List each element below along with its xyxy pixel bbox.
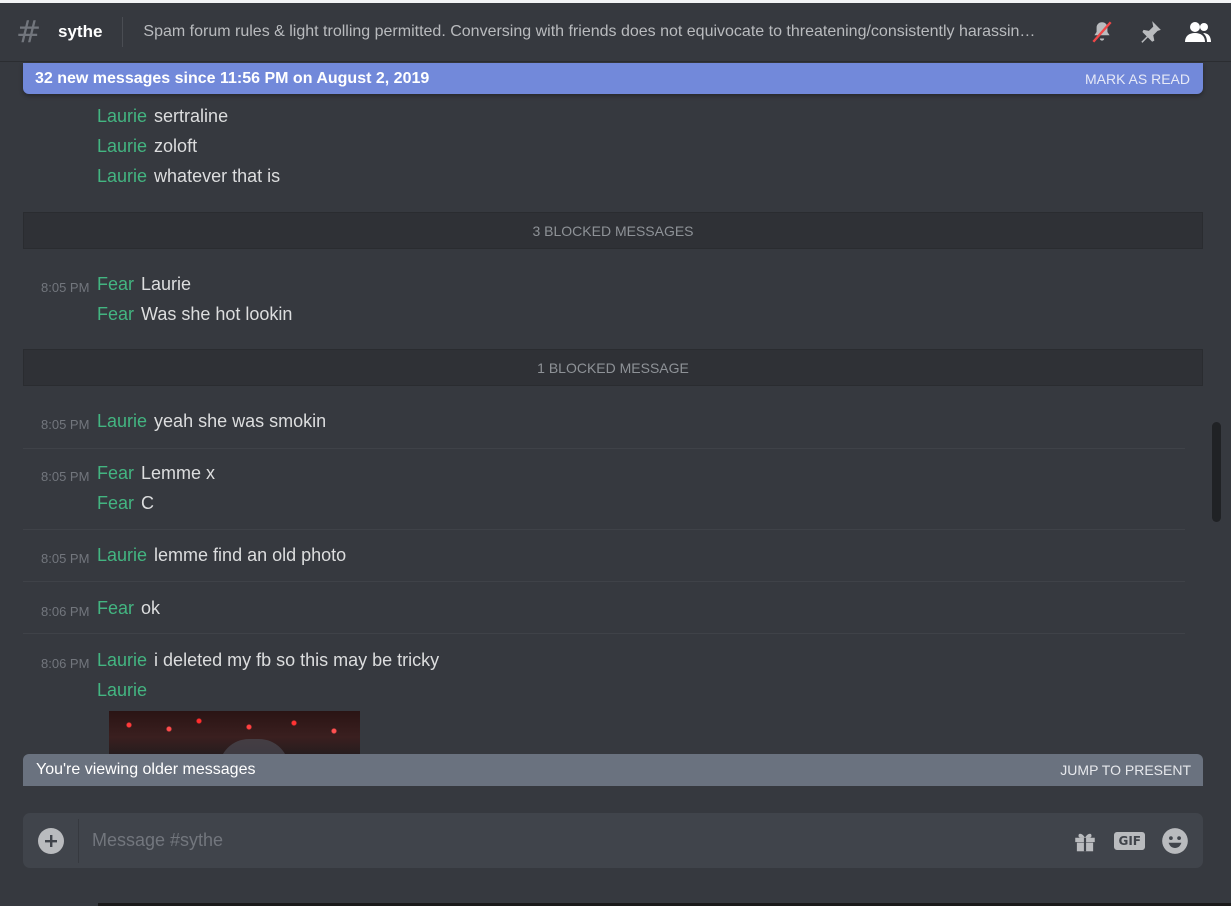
message-divider [23,633,1185,634]
gif-label: GIF [1114,831,1145,850]
plus-icon[interactable] [38,827,64,854]
header-divider [122,17,124,47]
message-list[interactable]: Laurie not brand Lauriesertraline Laurie… [0,62,1212,786]
channel-header: # sythe Spam forum rules & light trollin… [0,3,1231,62]
blocked-messages-toggle[interactable]: 1 BLOCKED MESSAGE [23,349,1203,386]
message-line: Fear C [97,493,154,514]
timestamp: 8:05 PM [41,280,90,295]
author-name[interactable]: Fear [97,463,134,483]
timestamp: 8:05 PM [41,551,90,566]
message-line: Laurie sertraline [97,106,228,127]
emoji-icon[interactable] [1161,827,1189,855]
message-line: Laurie lemme find an old photo [97,545,346,566]
scrollbar-thumb[interactable] [1212,422,1221,522]
message-text: lemme find an old photo [154,545,347,565]
timestamp: 8:05 PM [41,417,90,432]
message-text: Was she hot lookin [141,304,293,324]
message-line: Laurie [97,680,154,701]
author-name[interactable]: Laurie [97,411,147,431]
author-name[interactable]: Laurie [97,166,147,186]
mark-as-read-button[interactable]: MARK AS READ [1085,71,1203,87]
message-input[interactable] [79,819,1057,862]
message-line: Fear Lemme x [97,463,215,484]
timestamp: 8:06 PM [41,604,90,619]
message-text: whatever that is [154,166,281,186]
message-line: Laurie whatever that is [97,166,280,187]
message-text: zoloft [154,136,198,156]
pin-icon[interactable] [1134,16,1166,48]
older-messages-bar: You're viewing older messages JUMP TO PR… [23,754,1203,786]
message-line: Laurie yeah she was smokin [97,411,326,432]
author-name[interactable]: Fear [97,598,134,618]
author-name[interactable]: Laurie [97,136,147,156]
message-line: Fear Laurie [97,274,191,295]
bell-muted-icon[interactable] [1086,16,1118,48]
composer-toolbar: GIF [1056,827,1189,855]
gift-icon[interactable] [1072,828,1098,854]
message-composer: GIF [23,813,1203,868]
author-name[interactable]: Fear [97,304,134,324]
author-name[interactable]: Laurie [97,545,147,565]
message-text: ok [141,598,161,618]
message-text: C [141,493,155,513]
new-messages-bar[interactable]: 32 new messages since 11:56 PM on August… [23,63,1203,94]
message-text: Lemme x [141,463,216,483]
message-divider [23,448,1185,449]
message-divider [23,529,1185,530]
author-name[interactable]: Laurie [97,650,147,670]
message-line: Laurie i deleted my fb so this may be tri… [97,650,439,671]
message-line: Fear Was she hot lookin [97,304,292,325]
members-icon[interactable] [1182,16,1214,48]
timestamp: 8:06 PM [41,656,90,671]
message-text: Laurie [141,274,192,294]
hash-icon: # [16,14,42,50]
author-name[interactable]: Laurie [97,680,147,700]
message-text: sertraline [154,106,229,126]
channel-name: sythe [58,22,103,41]
header-toolbar [1078,16,1222,48]
message-line: Fear ok [97,598,160,619]
author-name[interactable]: Fear [97,274,134,294]
new-messages-text: 32 new messages since 11:56 PM on August… [35,69,430,87]
timestamp: 8:05 PM [41,469,90,484]
author-name[interactable]: Laurie [97,106,147,126]
older-messages-text: You're viewing older messages [36,761,256,778]
message-text: i deleted my fb so this may be tricky [154,650,440,670]
jump-to-present-button[interactable]: JUMP TO PRESENT [1060,762,1203,778]
message-line: Laurie zoloft [97,136,197,157]
blocked-messages-toggle[interactable]: 3 BLOCKED MESSAGES [23,212,1203,249]
message-divider [23,581,1185,582]
gif-icon[interactable]: GIF [1114,831,1145,850]
author-name[interactable]: Fear [97,493,134,513]
channel-topic[interactable]: Spam forum rules & light trolling permit… [143,23,1068,41]
message-text: yeah she was smokin [154,411,327,431]
